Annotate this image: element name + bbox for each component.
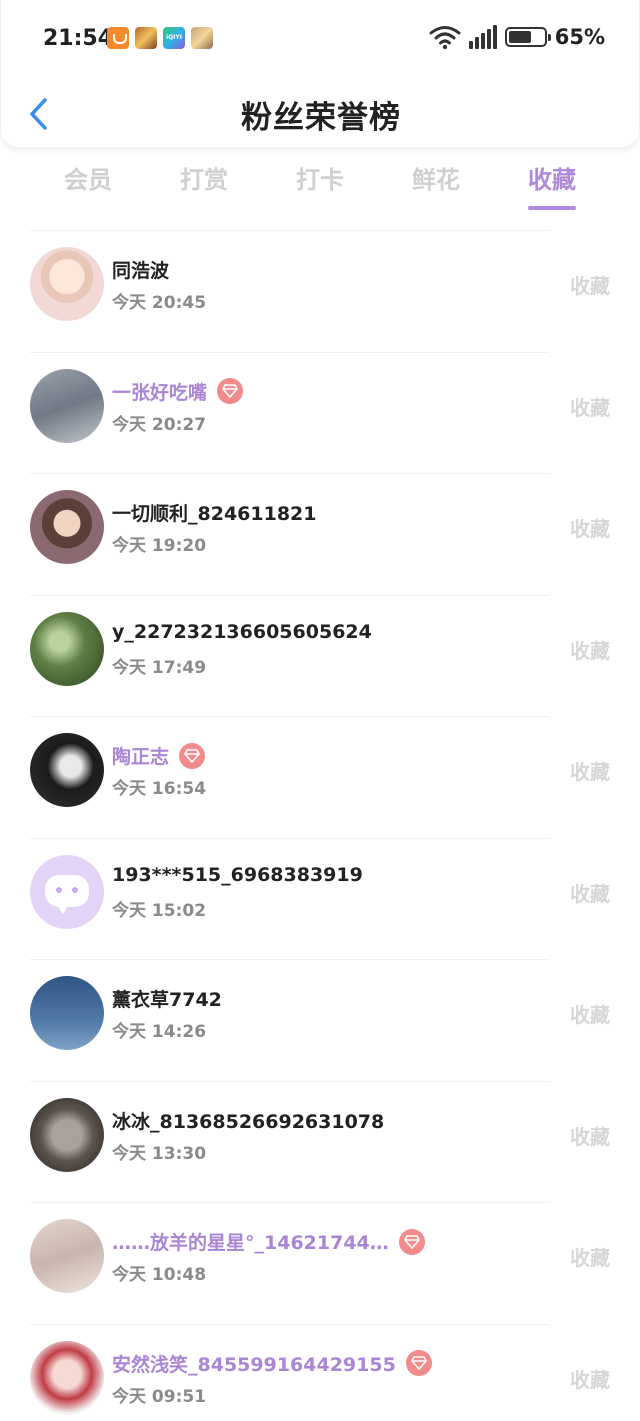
avatar[interactable] bbox=[30, 1340, 104, 1415]
diamond-icon bbox=[179, 742, 206, 769]
tab-favorites[interactable]: 收藏 bbox=[494, 158, 610, 210]
user-name: 安然浅笑_845599164429155 bbox=[112, 1353, 396, 1376]
system-icons: 65% bbox=[429, 24, 605, 50]
user-name: 冰冰_81368526692631078 bbox=[112, 1110, 385, 1133]
diamond-icon bbox=[398, 1228, 425, 1255]
avatar[interactable] bbox=[30, 976, 104, 1050]
divider bbox=[30, 594, 550, 596]
favorite-label: 收藏 bbox=[570, 1003, 610, 1027]
fan-honor-page: 21:54 iQIYI 65% 粉丝荣誉榜 会员 打赏 打卡 鲜花 收藏 同浩波… bbox=[0, 0, 640, 1421]
user-name: 同浩波 bbox=[112, 260, 170, 282]
tab-flowers[interactable]: 鲜花 bbox=[378, 158, 494, 210]
tab-checkin[interactable]: 打卡 bbox=[262, 158, 378, 210]
divider bbox=[30, 351, 550, 353]
divider bbox=[30, 230, 550, 231]
avatar[interactable] bbox=[30, 733, 104, 807]
tab-label: 打赏 bbox=[180, 166, 228, 194]
battery-icon bbox=[504, 27, 551, 47]
chat-bubble-icon bbox=[45, 874, 89, 914]
tab-label: 打卡 bbox=[296, 166, 344, 194]
game-icon bbox=[135, 27, 157, 49]
avatar[interactable] bbox=[30, 247, 104, 321]
list-item[interactable]: 一切顺利_824611821 今天 19:20 收藏 bbox=[0, 473, 640, 595]
user-time: 今天 20:27 bbox=[112, 414, 207, 435]
notification-icons: iQIYI bbox=[107, 27, 213, 49]
divider bbox=[30, 959, 550, 960]
favorite-label: 收藏 bbox=[570, 395, 610, 420]
user-name: 一切顺利_824611821 bbox=[112, 503, 317, 525]
status-bar: 21:54 iQIYI 65% bbox=[1, 22, 640, 58]
list-item[interactable]: 冰冰_81368526692631078 今天 13:30 收藏 bbox=[0, 1080, 640, 1203]
user-name: 一张好吃嘴 bbox=[112, 381, 208, 404]
user-time: 今天 19:20 bbox=[112, 536, 207, 556]
favorite-label: 收藏 bbox=[570, 1124, 610, 1149]
user-name: 陶正志 bbox=[112, 746, 170, 768]
avatar[interactable] bbox=[30, 1219, 104, 1293]
tab-membership[interactable]: 会员 bbox=[30, 158, 146, 210]
user-time: 今天 10:48 bbox=[112, 1265, 207, 1285]
list-item[interactable]: y_227232136605605624 今天 17:49 收藏 bbox=[0, 594, 640, 717]
tab-reward[interactable]: 打赏 bbox=[146, 158, 262, 210]
tab-label: 鲜花 bbox=[412, 166, 460, 194]
cell-signal-icon bbox=[468, 25, 497, 49]
user-name: 薰衣草7742 bbox=[112, 989, 222, 1011]
user-name: 193***515_6968383919 bbox=[112, 863, 363, 886]
fan-list: 同浩波 今天 20:45 收藏 一张好吃嘴 今天 20:27 收藏 一切顺利_8… bbox=[0, 230, 640, 1421]
avatar[interactable] bbox=[30, 368, 104, 443]
game2-icon bbox=[191, 27, 213, 49]
list-item[interactable]: 一张好吃嘴 今天 20:27 收藏 bbox=[0, 351, 640, 474]
diamond-icon bbox=[217, 378, 244, 404]
user-name: y_227232136605605624 bbox=[112, 620, 372, 643]
user-time: 今天 16:54 bbox=[112, 779, 207, 799]
divider bbox=[30, 716, 550, 717]
page-title: 粉丝荣誉榜 bbox=[241, 100, 401, 136]
favorite-label: 收藏 bbox=[570, 638, 610, 663]
avatar[interactable] bbox=[30, 854, 104, 929]
header-card: 21:54 iQIYI 65% 粉丝荣誉榜 bbox=[0, 0, 640, 148]
divider bbox=[30, 1202, 550, 1203]
list-item[interactable]: 安然浅笑_845599164429155 今天 09:51 收藏 bbox=[0, 1323, 640, 1421]
diamond-icon bbox=[405, 1350, 432, 1376]
iqiyi-icon: iQIYI bbox=[163, 27, 185, 49]
user-time: 今天 17:49 bbox=[112, 657, 207, 678]
list-item[interactable]: ……放羊的星星°_14621744… 今天 10:48 收藏 bbox=[0, 1202, 640, 1324]
favorite-label: 收藏 bbox=[570, 1246, 610, 1270]
battery-percent: 65% bbox=[554, 25, 605, 49]
tab-label: 会员 bbox=[64, 166, 112, 194]
divider bbox=[30, 1080, 550, 1082]
avatar[interactable] bbox=[30, 490, 104, 564]
divider bbox=[30, 837, 550, 839]
favorite-label: 收藏 bbox=[570, 1367, 610, 1392]
divider bbox=[30, 1323, 550, 1325]
wifi-icon bbox=[429, 24, 461, 50]
divider bbox=[30, 473, 550, 474]
list-item[interactable]: 陶正志 今天 16:54 收藏 bbox=[0, 716, 640, 838]
tab-label: 收藏 bbox=[528, 166, 576, 194]
nav-bar: 粉丝荣誉榜 bbox=[1, 86, 640, 142]
list-item[interactable]: 薰衣草7742 今天 14:26 收藏 bbox=[0, 959, 640, 1081]
favorite-label: 收藏 bbox=[570, 274, 610, 298]
user-time: 今天 15:02 bbox=[112, 900, 207, 921]
active-tab-indicator bbox=[528, 206, 576, 210]
user-time: 今天 14:26 bbox=[112, 1022, 207, 1042]
avatar[interactable] bbox=[30, 1097, 104, 1172]
taobao-icon bbox=[107, 27, 129, 49]
list-item[interactable]: 同浩波 今天 20:45 收藏 bbox=[0, 230, 640, 352]
favorite-label: 收藏 bbox=[570, 517, 610, 541]
list-item[interactable]: 193***515_6968383919 今天 15:02 收藏 bbox=[0, 837, 640, 960]
status-time: 21:54 bbox=[43, 26, 114, 51]
favorite-label: 收藏 bbox=[570, 881, 610, 906]
tab-bar: 会员 打赏 打卡 鲜花 收藏 bbox=[0, 158, 640, 214]
user-time: 今天 20:45 bbox=[112, 293, 207, 313]
favorite-label: 收藏 bbox=[570, 760, 610, 784]
user-name: ……放羊的星星°_14621744… bbox=[112, 1232, 389, 1254]
user-time: 今天 09:51 bbox=[112, 1386, 207, 1407]
avatar[interactable] bbox=[30, 611, 104, 686]
user-time: 今天 13:30 bbox=[112, 1143, 207, 1164]
